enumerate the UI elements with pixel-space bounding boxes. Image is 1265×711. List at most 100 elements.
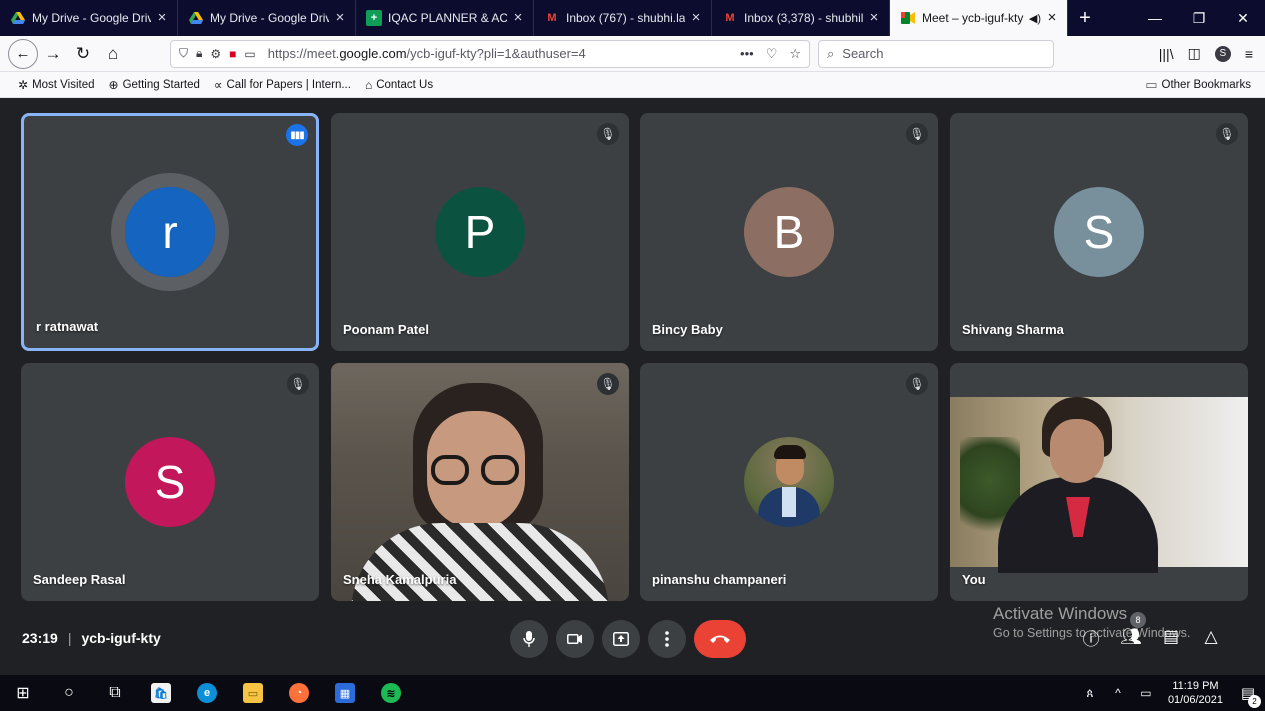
store-button[interactable]: 🛍︎ — [138, 675, 184, 711]
video-detail — [1050, 419, 1104, 483]
home-button[interactable]: ⌂ — [98, 39, 128, 69]
meeting-side-controls: ⓘ 👥︎ 8 ▤ △ — [1080, 612, 1222, 649]
start-button[interactable]: ⊞ — [0, 675, 46, 711]
mic-off-icon: 🎙︎ — [906, 373, 928, 395]
chat-icon: ▤ — [1162, 627, 1180, 646]
tab-google-drive-1[interactable]: My Drive - Google Drive × — [0, 0, 178, 36]
tab-inbox-2[interactable]: M Inbox (3,378) - shubhilall × — [712, 0, 890, 36]
menu-icon[interactable]: ≡ — [1245, 46, 1253, 62]
pocket-icon[interactable]: ♡ — [766, 46, 778, 62]
present-screen-button[interactable] — [602, 620, 640, 658]
permissions-icon[interactable]: ⚙ — [210, 47, 221, 61]
ms-app-icon: ▦ — [335, 683, 355, 703]
other-bookmarks[interactable]: ▭ Other Bookmarks — [1145, 77, 1265, 93]
reload-button[interactable]: ↻ — [68, 39, 98, 69]
ms-app-button[interactable]: ▦ — [322, 675, 368, 711]
meeting-details-button[interactable]: ⓘ — [1080, 626, 1102, 649]
tab-iqac-planner[interactable]: + IQAC PLANNER & ACTIV × — [356, 0, 534, 36]
restore-button[interactable]: ❐ — [1177, 0, 1221, 36]
screen-share-icon[interactable]: ▭ — [244, 47, 255, 61]
system-tray: ጰ ^ ▭ 11:19 PM 01/06/2021 ▤ 2 — [1076, 679, 1265, 708]
forward-button[interactable]: → — [38, 39, 68, 69]
photo-detail — [774, 445, 806, 459]
new-tab-button[interactable]: + — [1068, 0, 1102, 36]
close-icon[interactable]: × — [689, 10, 703, 25]
mic-off-icon: 🎙︎ — [906, 123, 928, 145]
task-view-button[interactable]: ⧉ — [92, 675, 138, 711]
participant-tile-sandeep-rasal[interactable]: S 🎙︎ Sandeep Rasal — [21, 363, 319, 601]
network-icon[interactable]: ▭ — [1132, 686, 1160, 700]
star-icon[interactable]: ☆ — [789, 46, 801, 62]
gear-icon: ✲ — [18, 77, 29, 92]
speaker-icon[interactable]: ◀) — [1029, 12, 1041, 25]
close-icon[interactable]: × — [511, 10, 525, 25]
search-placeholder: Search — [842, 46, 884, 61]
chat-button[interactable]: ▤ — [1160, 626, 1182, 648]
mic-off-icon: 🎙︎ — [597, 373, 619, 395]
gmail-icon: M — [725, 12, 735, 24]
participant-tile-shivang-sharma[interactable]: S 🎙︎ Shivang Sharma — [950, 113, 1248, 351]
tab-google-drive-2[interactable]: My Drive - Google Drive × — [178, 0, 356, 36]
participant-tile-you[interactable]: You — [950, 363, 1248, 601]
search-button[interactable]: ○ — [46, 675, 92, 711]
browser-tab-strip: My Drive - Google Drive × My Drive - Goo… — [0, 0, 1265, 36]
participant-tile-bincy-baby[interactable]: B 🎙︎ Bincy Baby — [640, 113, 938, 351]
search-box[interactable]: ⌕ Search — [818, 39, 1054, 68]
avatar: r — [125, 187, 215, 277]
more-options-button[interactable] — [648, 620, 686, 658]
more-icon[interactable]: ••• — [740, 46, 754, 62]
lock-icon[interactable]: 🔒︎ — [196, 46, 202, 61]
video-feed — [331, 363, 629, 601]
bookmark-most-visited[interactable]: ✲ Most Visited — [18, 78, 95, 92]
leave-call-button[interactable] — [694, 620, 746, 658]
minimize-button[interactable]: — — [1133, 0, 1177, 36]
bookmark-contact-us[interactable]: ⌂ Contact Us — [365, 78, 433, 92]
clock-time: 11:19 PM — [1172, 680, 1219, 692]
camera-button[interactable] — [556, 620, 594, 658]
close-icon[interactable]: × — [155, 10, 169, 25]
shield-icon[interactable]: ⛉ — [179, 46, 188, 61]
close-icon[interactable]: × — [1045, 10, 1059, 25]
close-icon[interactable]: × — [867, 10, 881, 25]
people-tray-icon[interactable]: ጰ — [1076, 686, 1104, 701]
activities-button[interactable]: △ — [1200, 626, 1222, 648]
bookmark-label: Call for Papers | Intern... — [226, 78, 351, 91]
avatar — [744, 437, 834, 527]
participant-tile-poonam-patel[interactable]: P 🎙︎ Poonam Patel — [331, 113, 629, 351]
file-explorer-button[interactable]: ▭ — [230, 675, 276, 711]
windows-icon: ⊞ — [16, 685, 30, 702]
url-bar[interactable]: ⛉ 🔒︎ ⚙ ■ ▭ https://meet.google.com/ycb-i… — [170, 39, 810, 68]
sidebar-icon[interactable]: ◫ — [1188, 45, 1201, 62]
action-center-button[interactable]: ▤ 2 — [1231, 684, 1265, 708]
tab-inbox-1[interactable]: M Inbox (767) - shubhi.lall@ × — [534, 0, 712, 36]
system-clock[interactable]: 11:19 PM 01/06/2021 — [1160, 679, 1231, 707]
close-icon[interactable]: × — [333, 10, 347, 25]
participant-tile-r-ratnawat[interactable]: r ▮▮▮ r ratnawat — [21, 113, 319, 351]
spotify-button[interactable]: ≋ — [368, 675, 414, 711]
chevron-up-icon[interactable]: ^ — [1104, 686, 1132, 700]
speaking-indicator-icon: ▮▮▮ — [286, 124, 308, 146]
tab-meet[interactable]: Meet – ycb-iguf-kty ◀) × — [890, 0, 1068, 36]
participant-tile-pinanshu-champaneri[interactable]: 🎙︎ pinanshu champaneri — [640, 363, 938, 601]
google-drive-icon — [188, 10, 204, 26]
url-text[interactable]: https://meet.google.com/ycb-iguf-kty?pli… — [268, 46, 740, 61]
close-window-button[interactable]: ✕ — [1221, 0, 1265, 36]
microphone-button[interactable] — [510, 620, 548, 658]
people-button[interactable]: 👥︎ 8 — [1120, 612, 1146, 648]
participant-count-badge: 8 — [1130, 612, 1146, 628]
edge-button[interactable]: e — [184, 675, 230, 711]
profile-avatar[interactable]: S — [1214, 45, 1231, 62]
windows-taskbar: ⊞ ○ ⧉ 🛍︎ e ▭ ◔ ▦ ≋ ጰ ^ ▭ 11:19 PM 01/06/… — [0, 675, 1265, 711]
spotify-icon: ≋ — [381, 683, 401, 703]
firefox-button[interactable]: ◔ — [276, 675, 322, 711]
participant-name: Sneha Kamalpuria — [343, 572, 457, 587]
participant-tile-sneha-kamalpuria[interactable]: 🎙︎ Sneha Kamalpuria — [331, 363, 629, 601]
library-icon[interactable]: |||\ — [1159, 46, 1174, 62]
video-detail — [351, 523, 609, 601]
back-button[interactable]: ← — [8, 38, 38, 69]
url-domain: google.com — [339, 46, 407, 61]
bookmark-getting-started[interactable]: ⊕ Getting Started — [109, 78, 200, 92]
avatar: B — [744, 187, 834, 277]
bookmark-call-for-papers[interactable]: ∝ Call for Papers | Intern... — [214, 78, 351, 92]
camera-icon[interactable]: ■ — [229, 47, 236, 61]
